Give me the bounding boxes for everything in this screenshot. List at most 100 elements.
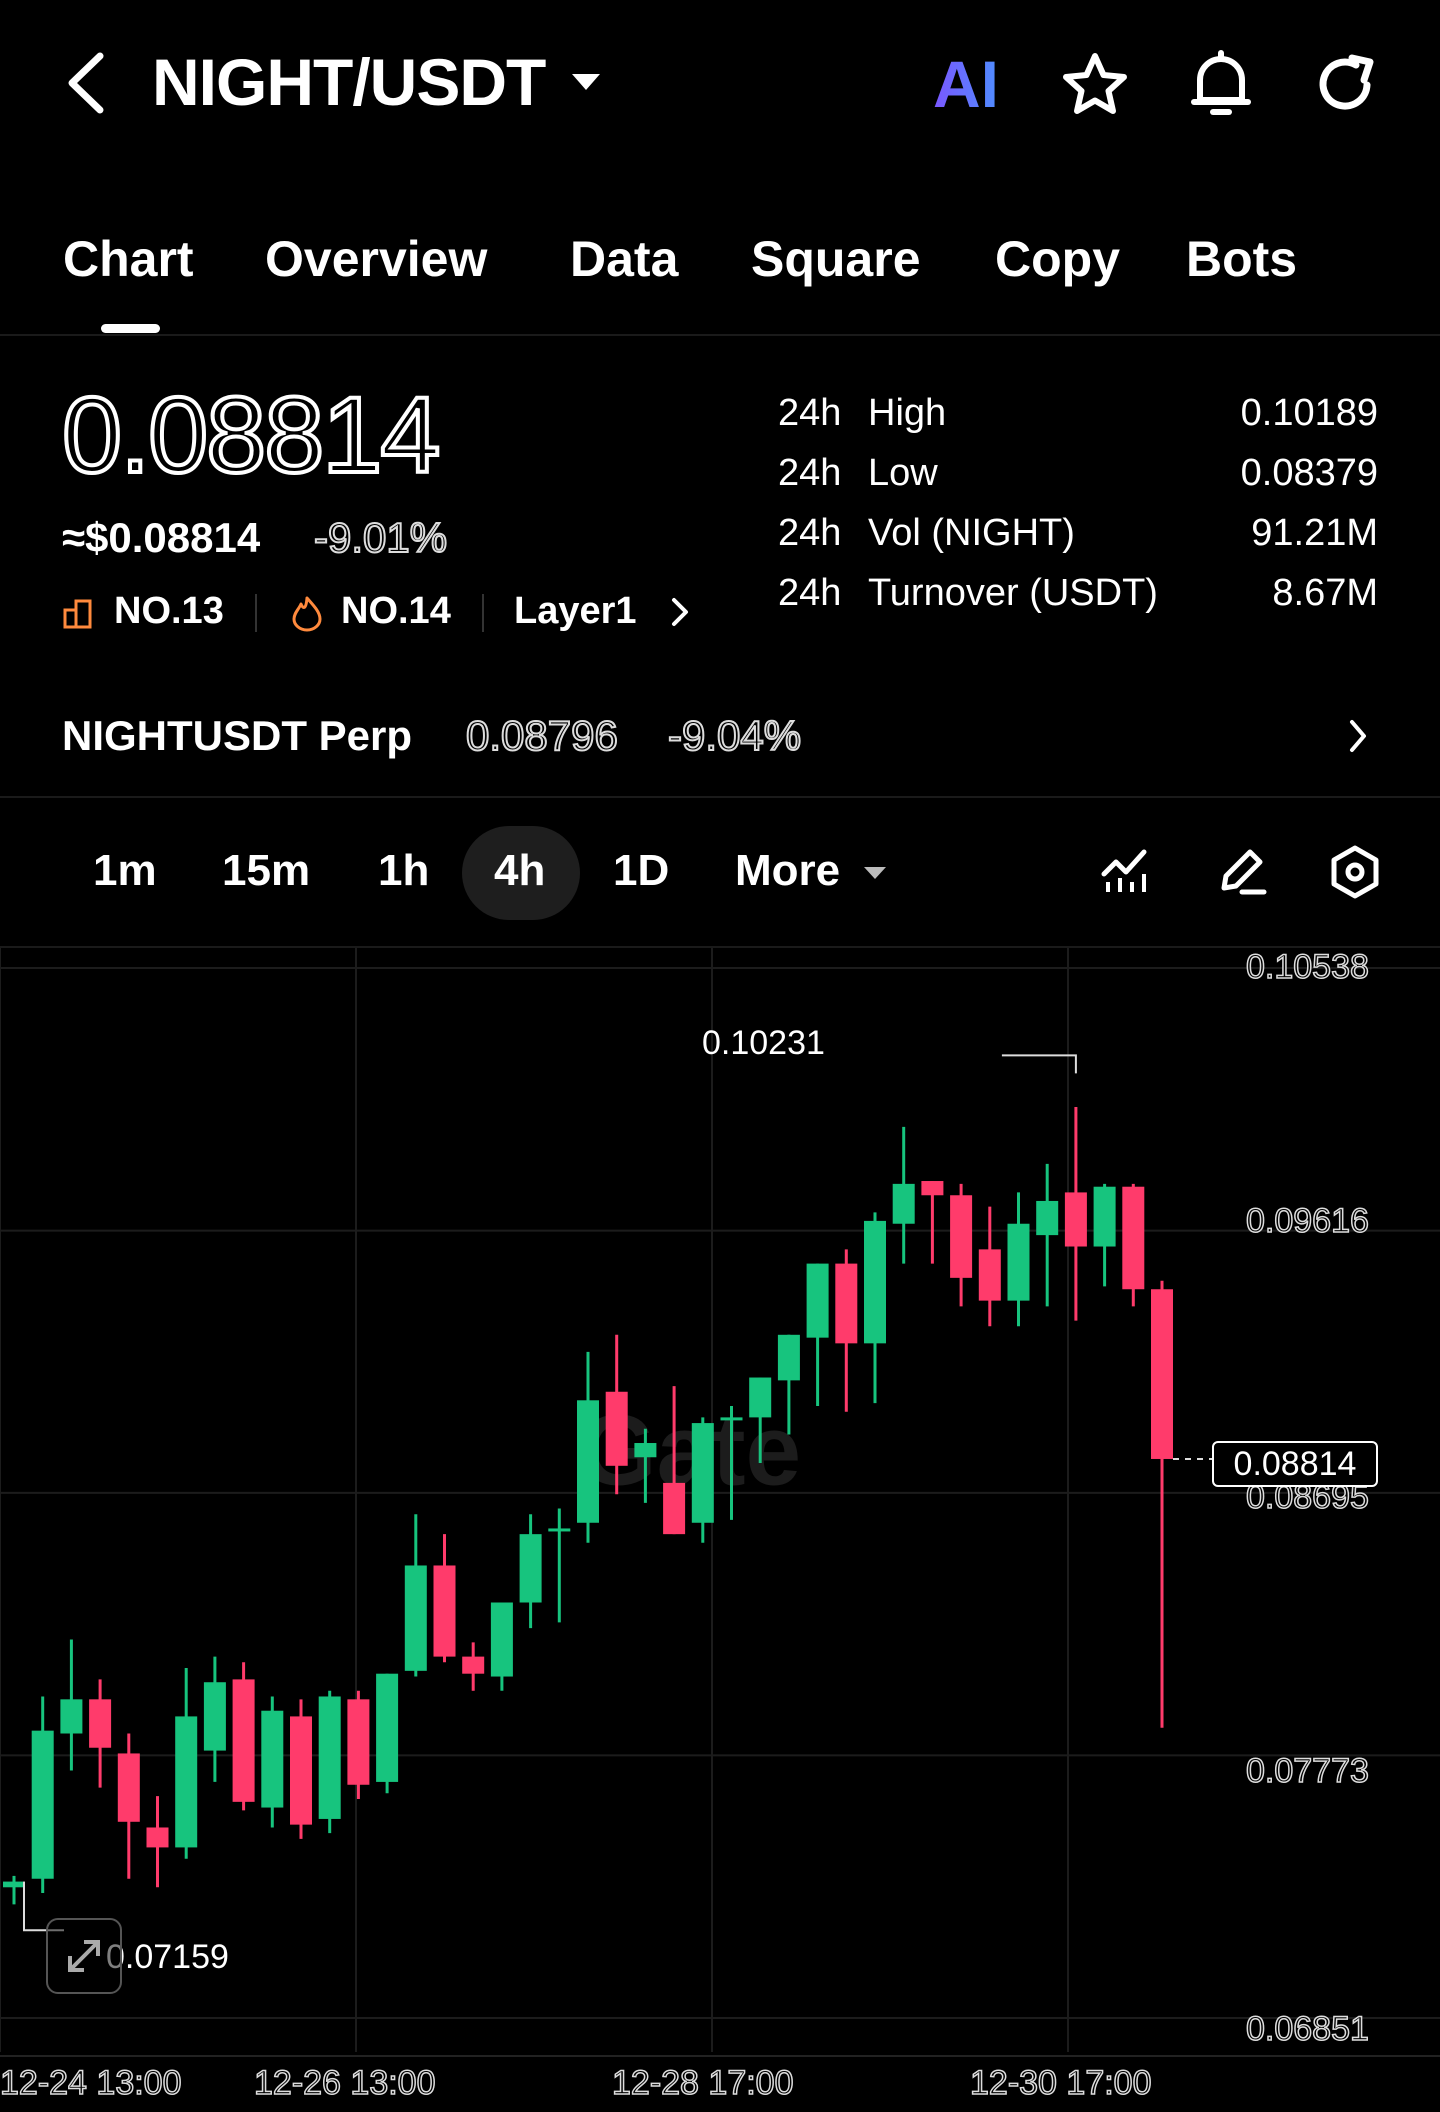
candle-body xyxy=(892,1183,915,1224)
candle-body xyxy=(1151,1289,1173,1459)
refresh-icon[interactable] xyxy=(1312,50,1382,125)
candle-body xyxy=(462,1656,485,1674)
dropdown-caret-icon[interactable] xyxy=(862,864,888,887)
timeframe-4h[interactable]: 4h xyxy=(494,846,545,896)
usd-price: ≈$0.08814 xyxy=(62,514,261,561)
candle-body xyxy=(548,1528,571,1532)
star-icon[interactable] xyxy=(1060,50,1130,125)
y-axis-label: 0.06851 xyxy=(1245,2009,1369,2049)
y-axis-label: 0.07773 xyxy=(1245,1751,1369,1791)
rank-1-label[interactable]: NO.13 xyxy=(114,590,224,633)
timeframe-15m[interactable]: 15m xyxy=(222,846,310,896)
pair-title[interactable]: NIGHT/USDT xyxy=(152,44,546,120)
price-change: -9.01% xyxy=(313,513,448,562)
candle-body xyxy=(490,1602,513,1677)
y-axis-label: 0.10538 xyxy=(1245,947,1369,987)
divider xyxy=(0,796,1440,798)
candle-body xyxy=(777,1334,800,1381)
tab-data[interactable]: Data xyxy=(570,230,678,288)
timeframe-1h[interactable]: 1h xyxy=(378,846,429,896)
chevron-right-icon[interactable] xyxy=(668,594,692,635)
separator xyxy=(482,594,484,632)
current-price-tag: 0.08814 xyxy=(1212,1441,1378,1487)
candle-body xyxy=(921,1181,944,1196)
active-tab-indicator xyxy=(101,324,160,333)
chevron-right-icon xyxy=(1346,716,1370,761)
sector-label[interactable]: Layer1 xyxy=(514,590,637,633)
stat-row: 24h High 0.10189 xyxy=(778,392,1378,434)
candle-body xyxy=(433,1565,456,1657)
stat-row: 24h Low 0.08379 xyxy=(778,452,1378,494)
settings-hexagon-icon[interactable] xyxy=(1328,844,1382,905)
max-price-marker: 0.10231 xyxy=(702,1024,825,1062)
candle-body xyxy=(89,1699,112,1748)
last-price: 0.08814 xyxy=(60,372,442,497)
x-axis-label: 12-28 17:00 xyxy=(611,2063,794,2103)
candle-body xyxy=(404,1565,427,1671)
candle-body xyxy=(691,1423,714,1523)
candle-body xyxy=(605,1391,628,1466)
candle-body xyxy=(290,1716,312,1825)
ai-icon[interactable]: AI xyxy=(933,46,999,122)
dropdown-caret-icon[interactable] xyxy=(570,70,602,99)
candle-body xyxy=(806,1263,829,1338)
tab-chart[interactable]: Chart xyxy=(63,230,194,288)
candle-body xyxy=(3,1881,25,1888)
y-axis-label: 0.09616 xyxy=(1245,1201,1369,1241)
timeframe-more[interactable]: More xyxy=(735,846,840,896)
perp-row[interactable]: NIGHTUSDT Perp 0.08796 -9.04% xyxy=(0,690,1440,782)
candle-body xyxy=(1064,1192,1087,1247)
candle-body xyxy=(978,1249,1001,1301)
x-axis-label: 12-24 13:00 xyxy=(0,2063,182,2103)
rank-2-label[interactable]: NO.14 xyxy=(341,590,451,633)
candle-body xyxy=(1036,1200,1059,1236)
candle-body xyxy=(749,1377,772,1418)
stat-row: 24h Vol (NIGHT) 91.21M xyxy=(778,512,1378,554)
separator xyxy=(255,594,257,632)
candle-body xyxy=(634,1443,657,1458)
back-icon[interactable] xyxy=(62,48,112,118)
candle-body xyxy=(1007,1223,1030,1301)
candle-body xyxy=(146,1827,169,1848)
tab-bots[interactable]: Bots xyxy=(1186,230,1297,288)
candle-body xyxy=(31,1730,54,1879)
candle-body xyxy=(347,1699,370,1785)
divider xyxy=(0,334,1440,336)
timeframe-1m[interactable]: 1m xyxy=(93,846,157,896)
candle-body xyxy=(175,1716,198,1848)
candle-body xyxy=(1093,1186,1116,1247)
candle-body xyxy=(60,1699,83,1734)
stat-row: 24h Turnover (USDT) 8.67M xyxy=(778,572,1378,614)
candle-body xyxy=(720,1417,743,1421)
x-axis-label: 12-26 13:00 xyxy=(253,2063,436,2103)
candle-body xyxy=(376,1673,399,1782)
flame-icon xyxy=(290,594,324,637)
candle-body xyxy=(1122,1186,1145,1290)
candle-body xyxy=(835,1263,858,1344)
candle-body xyxy=(864,1220,886,1344)
rank-chart-icon xyxy=(62,596,96,635)
timeframe-1d[interactable]: 1D xyxy=(613,846,669,896)
candle-body xyxy=(261,1710,284,1808)
candle-body xyxy=(519,1534,542,1603)
x-axis-label: 12-30 17:00 xyxy=(969,2063,1152,2103)
candle-body xyxy=(117,1753,140,1822)
drawing-pen-icon[interactable] xyxy=(1214,844,1268,903)
expand-chart-icon[interactable] xyxy=(46,1918,122,1994)
candle-body xyxy=(232,1679,255,1802)
tab-square[interactable]: Square xyxy=(751,230,921,288)
candle-body xyxy=(950,1195,973,1278)
min-price-marker: 0.07159 xyxy=(106,1938,229,1976)
bell-icon[interactable] xyxy=(1186,48,1256,125)
perp-name: NIGHTUSDT Perp xyxy=(62,712,413,759)
indicators-icon[interactable] xyxy=(1100,846,1150,901)
tab-overview[interactable]: Overview xyxy=(265,230,487,288)
perp-price: 0.08796 xyxy=(465,711,619,760)
perp-change: -9.04% xyxy=(667,711,802,760)
candle-body xyxy=(318,1696,341,1819)
candle-body xyxy=(203,1682,226,1751)
candle-body xyxy=(577,1400,599,1523)
tab-copy[interactable]: Copy xyxy=(995,230,1120,288)
max-marker-line xyxy=(1001,1054,1077,1074)
candle-body xyxy=(663,1482,686,1535)
